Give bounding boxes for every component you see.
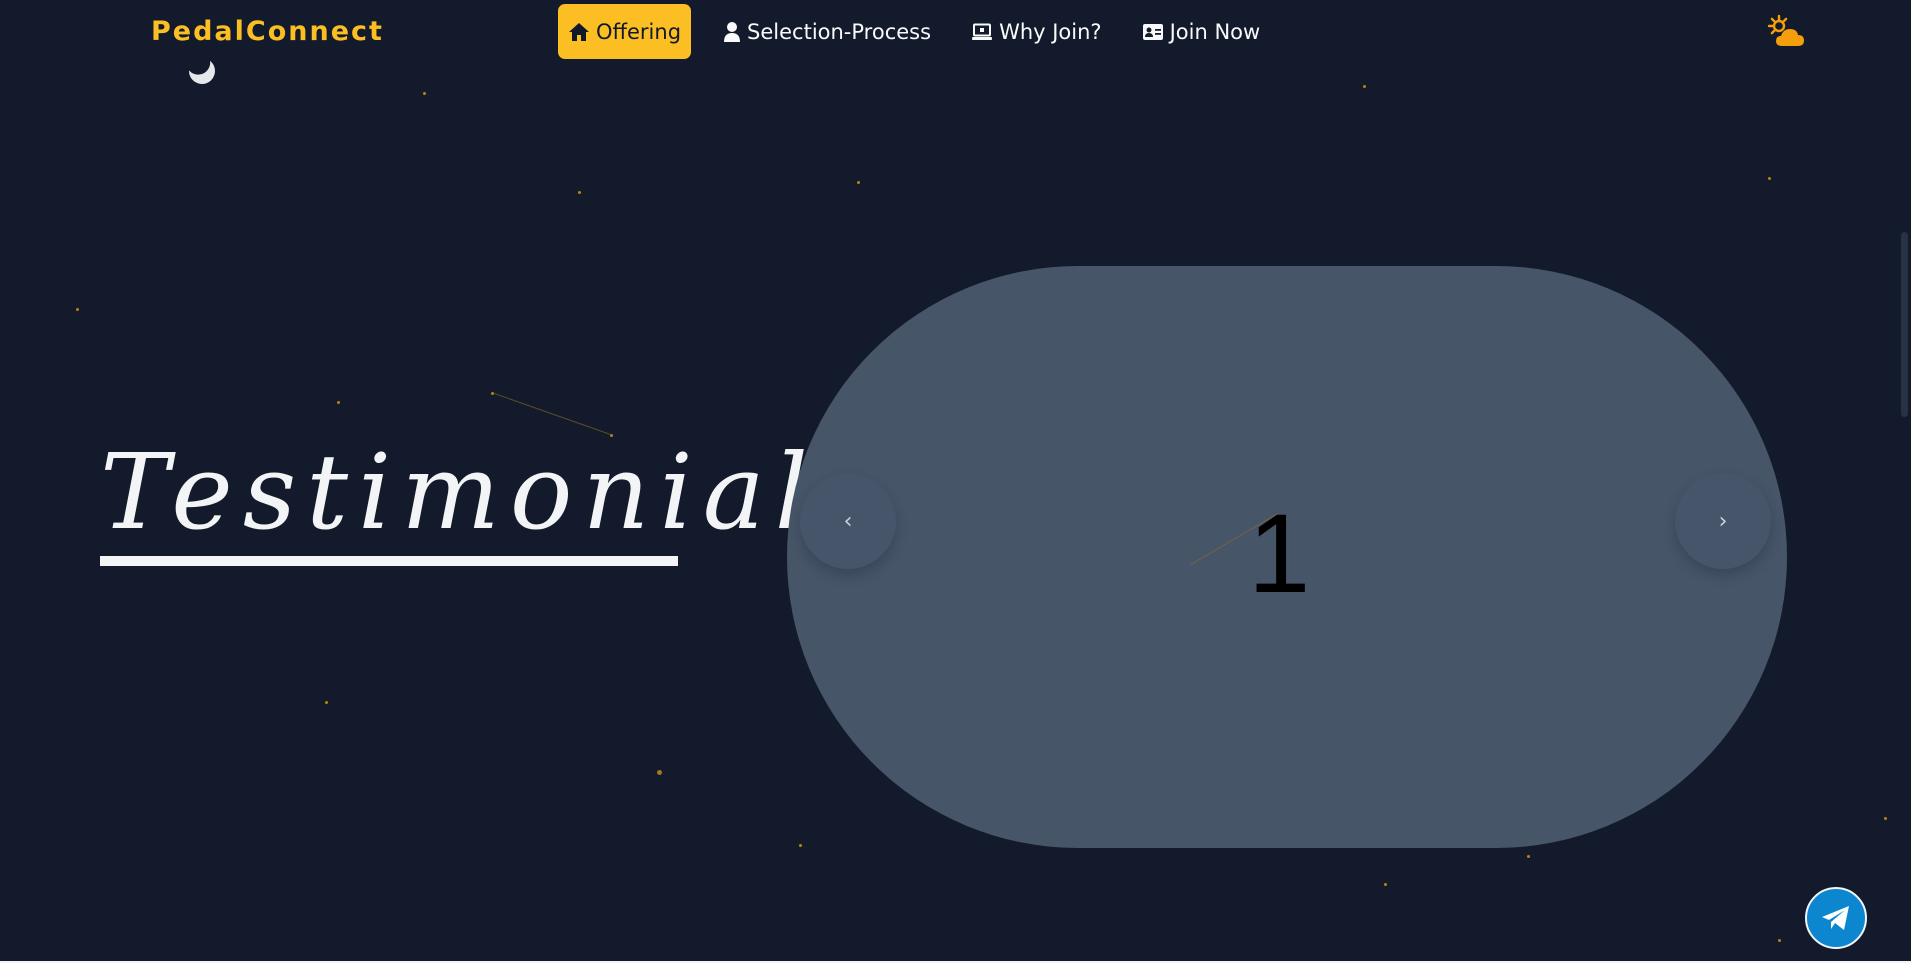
nav-item-offering[interactable]: Offering <box>558 4 692 59</box>
scroll-thumb[interactable] <box>1901 232 1908 417</box>
star <box>1527 855 1530 858</box>
laptop-icon <box>972 23 993 40</box>
brand-logo[interactable]: PedalConnect <box>151 16 384 47</box>
star <box>857 181 860 184</box>
star <box>76 308 79 311</box>
nav-item-join-now[interactable]: Join Now <box>1132 4 1271 59</box>
carousel-next-button[interactable]: › <box>1675 473 1771 569</box>
main-nav: Offering Selection-Process Why Join? Joi… <box>558 4 1290 59</box>
star <box>578 191 581 194</box>
star <box>1384 883 1387 886</box>
moon-icon[interactable] <box>185 54 220 89</box>
nav-item-label: Selection-Process <box>747 19 932 44</box>
chevron-right-icon: › <box>1718 508 1728 534</box>
star <box>337 401 340 404</box>
star <box>799 844 802 847</box>
title-underline <box>100 556 678 566</box>
nav-item-label: Offering <box>596 19 682 44</box>
user-icon <box>724 21 741 42</box>
star <box>325 701 328 704</box>
page-scrollbar[interactable] <box>1898 0 1911 963</box>
star <box>1884 817 1887 820</box>
carousel-prev-button[interactable]: ‹ <box>800 473 896 569</box>
nav-item-why-join[interactable]: Why Join? <box>961 4 1112 59</box>
star <box>657 770 662 775</box>
telegram-icon <box>1822 906 1849 930</box>
chevron-left-icon: ‹ <box>843 508 853 534</box>
sun-cloud-icon[interactable] <box>1766 14 1808 50</box>
star <box>423 92 426 95</box>
star <box>1363 85 1366 88</box>
id-card-icon <box>1142 23 1163 40</box>
star <box>1778 939 1781 942</box>
nav-item-selection-process[interactable]: Selection-Process <box>713 4 941 59</box>
home-icon <box>569 22 589 41</box>
page: PedalConnect Offering Selection-Process … <box>0 0 1911 963</box>
star <box>491 392 494 395</box>
telegram-button[interactable] <box>1805 887 1867 949</box>
nav-item-label: Join Now <box>1169 19 1261 44</box>
star <box>1768 177 1771 180</box>
slide-number: 1 <box>1248 491 1311 616</box>
nav-item-label: Why Join? <box>999 19 1102 44</box>
section-title: Testimonials <box>100 431 882 553</box>
